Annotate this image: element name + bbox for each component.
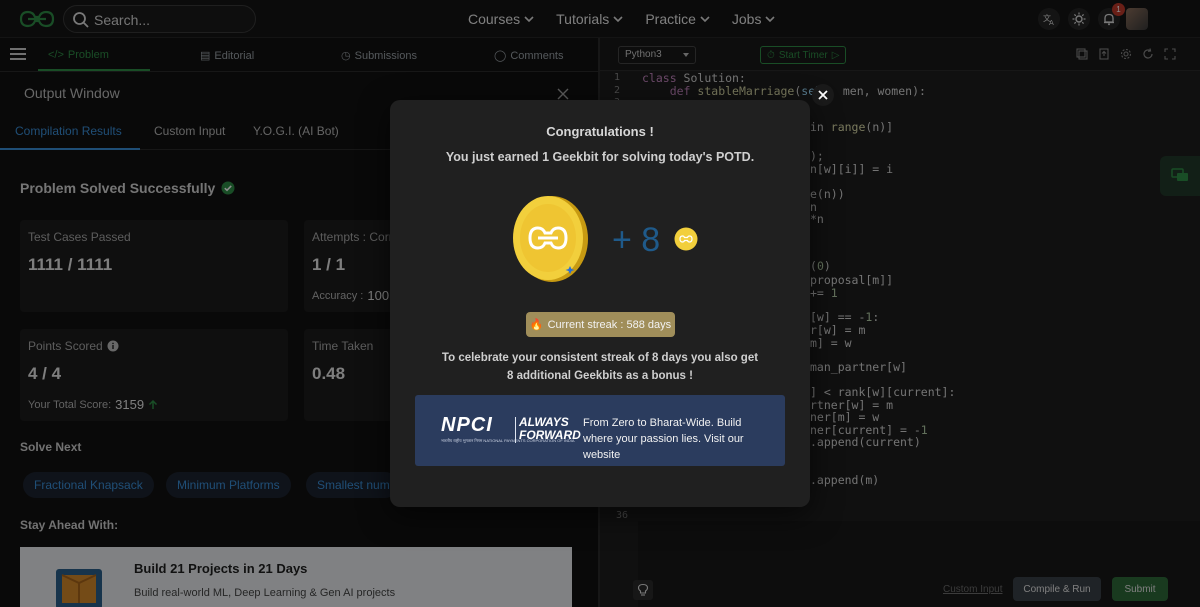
bonus-count: + 8 (612, 221, 661, 259)
npci-logo: NPCI (441, 414, 493, 436)
npci-advertisement[interactable]: NPCI भारतीय राष्ट्रीय भुगतान निगम NATION… (415, 395, 785, 466)
celebration-text-line-1: To celebrate your consistent streak of 8… (441, 352, 759, 364)
ad-divider (515, 417, 516, 443)
modal-subtitle: You just earned 1 Geekbit for solving to… (445, 150, 755, 164)
congratulations-modal: Congratulations ! You just earned 1 Geek… (390, 100, 810, 507)
flame-icon: 🔥 (529, 319, 544, 331)
ad-slogan-line-1: ALWAYS (519, 415, 569, 429)
ad-slogan-line-2: FORWARD (519, 428, 581, 442)
geekbit-mini-coin-icon (674, 227, 698, 251)
close-icon (818, 90, 828, 100)
modal-title: Congratulations ! (546, 124, 654, 139)
modal-close-button[interactable] (812, 84, 834, 106)
geekbit-coin-icon (513, 196, 588, 282)
ad-text: From Zero to Bharat-Wide. Build where yo… (583, 417, 744, 461)
celebration-text-line-2: 8 additional Geekbits as a bonus ! (507, 370, 693, 382)
streak-badge: 🔥 Current streak : 588 days (526, 312, 675, 337)
